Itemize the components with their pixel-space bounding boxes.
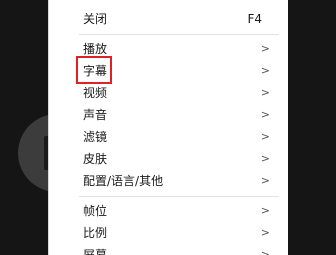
submenu-arrow-icon: >: [260, 86, 270, 99]
submenu-arrow-icon: >: [260, 64, 270, 77]
submenu-arrow-icon: >: [260, 248, 270, 255]
menu-item-label: 声音: [83, 108, 108, 122]
submenu-arrow-icon: >: [260, 130, 270, 143]
menu-item-label: 帧位: [83, 204, 108, 218]
submenu-arrow-icon: >: [260, 174, 270, 187]
menu-item-label: 屏幕: [83, 248, 108, 255]
submenu-arrow-icon: >: [260, 204, 270, 217]
submenu-arrow-icon: >: [260, 226, 270, 239]
menu-item-filter[interactable]: 滤镜 >: [49, 126, 288, 148]
menu-separator: [79, 34, 279, 35]
highlight-annotation-box: [76, 56, 112, 84]
menu-item-label: 关闭: [83, 12, 108, 26]
shortcut-text: F4: [247, 12, 262, 26]
menu-item-label: 滤镜: [83, 130, 108, 144]
submenu-arrow-icon: >: [260, 108, 270, 121]
menu-item-label: 皮肤: [83, 152, 108, 166]
submenu-arrow-icon: >: [260, 42, 270, 55]
menu-item-screen[interactable]: 屏幕 >: [49, 244, 288, 255]
menu-item-label: 播放: [83, 42, 108, 56]
menu-item-video[interactable]: 视频 >: [49, 82, 288, 104]
menu-item-label: 配置/语言/其他: [83, 174, 164, 188]
menu-separator: [79, 196, 279, 197]
menu-item-config[interactable]: 配置/语言/其他 >: [49, 170, 288, 192]
menu-item-ratio[interactable]: 比例 >: [49, 222, 288, 244]
menu-item-close[interactable]: 关闭 F4: [49, 8, 288, 30]
menu-item-frame[interactable]: 帧位 >: [49, 200, 288, 222]
submenu-arrow-icon: >: [260, 152, 270, 165]
menu-item-label: 比例: [83, 226, 108, 240]
menu-item-skin[interactable]: 皮肤 >: [49, 148, 288, 170]
menu-item-label: 视频: [83, 86, 108, 100]
menu-item-sound[interactable]: 声音 >: [49, 104, 288, 126]
context-menu: 关闭 F4 播放 > 字幕 > 视频 > 声音 > 滤镜 > 皮肤 > 配置/语…: [48, 0, 288, 255]
